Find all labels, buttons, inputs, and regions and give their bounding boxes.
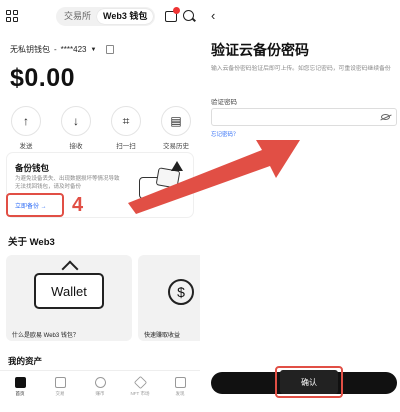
home-icon — [14, 377, 26, 388]
discover-icon — [174, 377, 186, 388]
promo-card-wallet[interactable]: Wallet 什么是欧易 Web3 钱包？ — [6, 255, 132, 341]
account-masked-id: ****423 — [60, 45, 87, 54]
wallet-sign-image: Wallet — [34, 273, 104, 309]
tab-web3-wallet[interactable]: Web3 钱包 — [97, 9, 154, 24]
warning-icon — [171, 161, 183, 171]
trade-icon — [54, 377, 66, 388]
backup-card-description: 为避免设备丢失、出现数据损坏等情况导致无法找回钱包，请及时备份 — [15, 176, 120, 190]
step-number: 4 — [72, 194, 84, 216]
tab-trade[interactable]: 交易 — [45, 377, 75, 412]
forgot-password-link[interactable]: 忘记密码？ — [211, 130, 239, 138]
about-web3-heading: 关于 Web3 — [8, 237, 55, 248]
send-button[interactable]: ↑ 发送 — [6, 106, 46, 150]
tab-nft-market[interactable]: NFT 市场 — [125, 375, 155, 412]
copy-icon[interactable] — [106, 45, 115, 54]
notification-dot — [173, 7, 180, 14]
promo-caption: 什么是欧易 Web3 钱包？ — [12, 333, 79, 339]
tab-exchange[interactable]: 交易所 — [58, 9, 97, 24]
total-balance: $0.00 — [10, 64, 76, 92]
hide-password-icon[interactable] — [381, 114, 390, 120]
promo-card-earn[interactable]: $ 快速赚取收益 — [138, 255, 200, 341]
message-icon[interactable] — [165, 7, 180, 22]
backup-card-title: 备份钱包 — [15, 163, 50, 173]
bottom-tab-bar: 首页 交易 赚币 NFT 市场 发现 — [0, 370, 200, 412]
my-assets-heading: 我的资产 — [8, 356, 43, 366]
search-icon[interactable] — [183, 10, 194, 21]
back-chevron-icon[interactable]: ‹ — [211, 8, 215, 23]
page-description: 输入云备份密码验证后即可上传。如您忘记密码，可重设密码继续备份 — [211, 66, 391, 72]
highlight-box — [6, 193, 64, 217]
scan-button[interactable]: ⌗ 扫一扫 — [106, 106, 146, 150]
caret-down-icon: ▼ — [90, 46, 97, 53]
arrow-down-icon: ↓ — [61, 106, 91, 136]
history-icon: ▤ — [161, 106, 191, 136]
confirm-highlight-box — [275, 366, 343, 398]
wallet-home-screen: 交易所 Web3 钱包 无私钥钱包 - ****423 ▼ $0.00 ↑ 发送… — [0, 0, 200, 412]
page-title: 验证云备份密码 — [211, 42, 309, 58]
account-selector[interactable]: 无私钥钱包 - ****423 ▼ — [10, 44, 115, 55]
receive-button[interactable]: ↓ 接收 — [56, 106, 96, 150]
dollar-coin-icon: $ — [168, 279, 194, 305]
password-field[interactable] — [211, 108, 397, 126]
history-button[interactable]: ▤ 交易历史 — [156, 106, 196, 150]
menu-grid-icon[interactable] — [6, 10, 18, 22]
earn-icon — [94, 377, 106, 388]
quick-actions: ↑ 发送 ↓ 接收 ⌗ 扫一扫 ▤ 交易历史 — [6, 106, 196, 150]
wallet-warning-illustration — [135, 161, 183, 203]
nft-icon — [133, 375, 147, 390]
scan-icon: ⌗ — [111, 106, 141, 136]
verify-backup-password-screen: ‹ 验证云备份密码 输入云备份密码验证后即可上传。如您忘记密码，可重设密码继续备… — [203, 0, 400, 412]
arrow-up-icon: ↑ — [11, 106, 41, 136]
top-bar: 交易所 Web3 钱包 — [0, 4, 200, 28]
password-label: 验证密码 — [211, 99, 237, 106]
account-name: 无私钥钱包 — [10, 45, 50, 54]
tab-earn[interactable]: 赚币 — [85, 377, 115, 412]
promo-caption: 快速赚取收益 — [144, 333, 181, 339]
tab-discover[interactable]: 发现 — [165, 377, 195, 412]
mode-switch: 交易所 Web3 钱包 — [56, 7, 156, 26]
tab-home[interactable]: 首页 — [5, 377, 35, 412]
